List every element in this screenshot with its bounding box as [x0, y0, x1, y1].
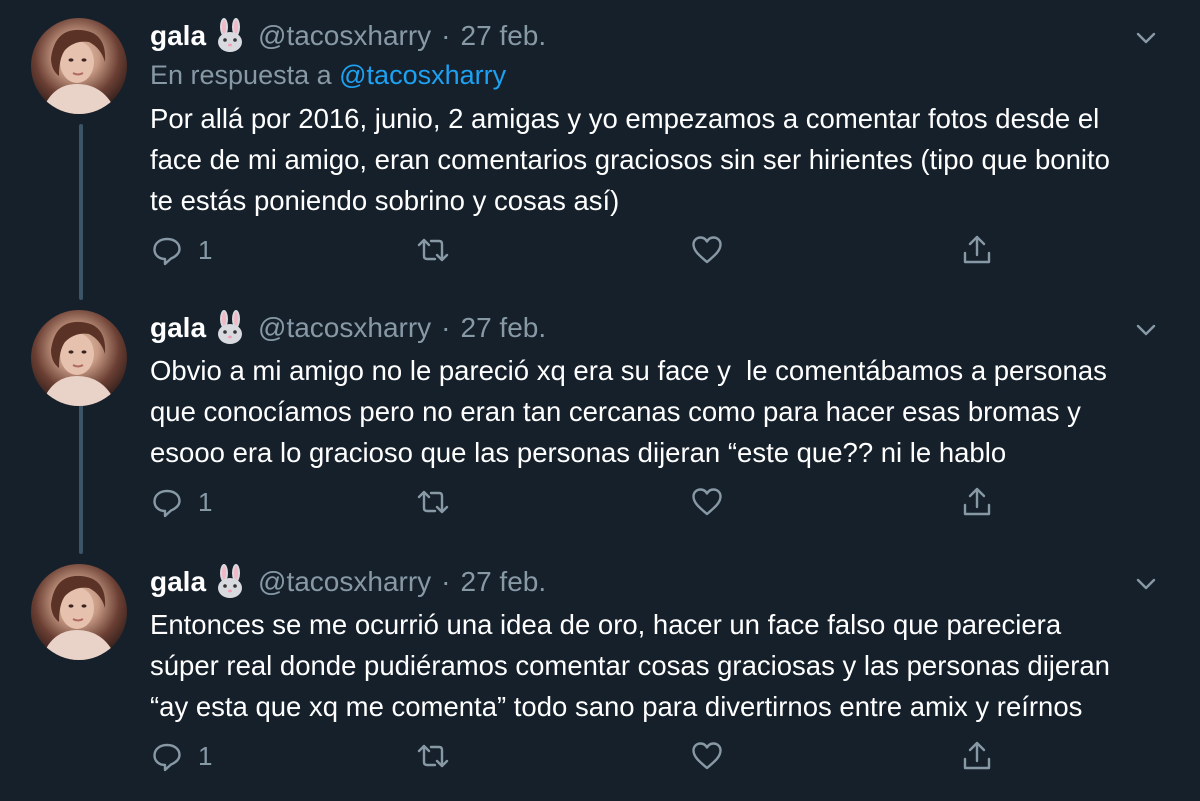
chevron-down-icon[interactable]	[1132, 316, 1160, 344]
reply-icon	[153, 743, 181, 772]
display-name[interactable]: gala	[150, 566, 206, 598]
rabbit-face-icon	[212, 310, 248, 346]
display-name[interactable]: gala	[150, 312, 206, 344]
tweet-header: gala @tacosxharry · 27 feb.	[150, 564, 546, 600]
chevron-down-icon[interactable]	[1132, 24, 1160, 52]
handle[interactable]: @tacosxharry	[258, 20, 431, 52]
tweet[interactable]: gala @tacosxharry · 27 feb. Obvio a mi a…	[0, 310, 1200, 530]
reply-context: En respuesta a @tacosxharry	[150, 60, 506, 91]
display-name[interactable]: gala	[150, 20, 206, 52]
separator-dot: ·	[441, 566, 451, 597]
reply-button[interactable]: 1	[150, 736, 212, 776]
reply-count: 1	[198, 740, 213, 771]
tweet[interactable]: gala @tacosxharry · 27 feb. Entonces se …	[0, 564, 1200, 784]
chevron-down-icon[interactable]	[1132, 570, 1160, 598]
rabbit-face-icon	[212, 564, 248, 600]
retweet-icon	[417, 490, 449, 514]
rabbit-face-icon	[212, 18, 248, 54]
reply-count: 1	[198, 234, 213, 265]
reply-mention-link[interactable]: @tacosxharry	[339, 60, 506, 90]
tweet-header: gala @tacosxharry · 27 feb.	[150, 310, 546, 346]
like-button[interactable]	[690, 482, 724, 522]
share-button[interactable]	[960, 230, 994, 270]
reply-prefix: En respuesta a	[150, 60, 332, 90]
retweet-button[interactable]	[416, 482, 450, 522]
tweet-actions: 1	[150, 230, 1010, 270]
reply-icon	[153, 489, 181, 518]
share-icon	[963, 235, 991, 264]
share-icon	[963, 741, 991, 770]
heart-icon	[692, 742, 722, 770]
heart-icon	[692, 488, 722, 516]
tweet-text: Obvio a mi amigo no le pareció xq era su…	[150, 355, 1107, 468]
tweet-actions: 1	[150, 736, 1010, 776]
handle[interactable]: @tacosxharry	[258, 312, 431, 344]
tweet-date[interactable]: 27 feb.	[461, 312, 547, 344]
retweet-icon	[417, 744, 449, 768]
avatar[interactable]	[31, 564, 127, 660]
separator-dot: ·	[441, 312, 451, 343]
share-button[interactable]	[960, 482, 994, 522]
reply-button[interactable]: 1	[150, 482, 212, 522]
retweet-button[interactable]	[416, 230, 450, 270]
reply-count: 1	[198, 486, 213, 517]
reply-icon	[153, 237, 181, 266]
avatar[interactable]	[31, 18, 127, 114]
separator-dot: ·	[441, 20, 451, 51]
retweet-button[interactable]	[416, 736, 450, 776]
like-button[interactable]	[690, 230, 724, 270]
tweet-text: Entonces se me ocurrió una idea de oro, …	[150, 609, 1110, 722]
avatar[interactable]	[31, 310, 127, 406]
heart-icon	[692, 236, 722, 264]
tweet-text: Por allá por 2016, junio, 2 amigas y yo …	[150, 103, 1110, 216]
like-button[interactable]	[690, 736, 724, 776]
tweet-header: gala @tacosxharry · 27 feb.	[150, 18, 546, 54]
share-icon	[963, 487, 991, 516]
handle[interactable]: @tacosxharry	[258, 566, 431, 598]
share-button[interactable]	[960, 736, 994, 776]
retweet-icon	[417, 238, 449, 262]
tweet[interactable]: gala @tacosxharry · 27 feb. En respuesta…	[0, 18, 1200, 268]
tweet-actions: 1	[150, 482, 1010, 522]
tweet-date[interactable]: 27 feb.	[461, 20, 547, 52]
reply-button[interactable]: 1	[150, 230, 212, 270]
tweet-date[interactable]: 27 feb.	[461, 566, 547, 598]
